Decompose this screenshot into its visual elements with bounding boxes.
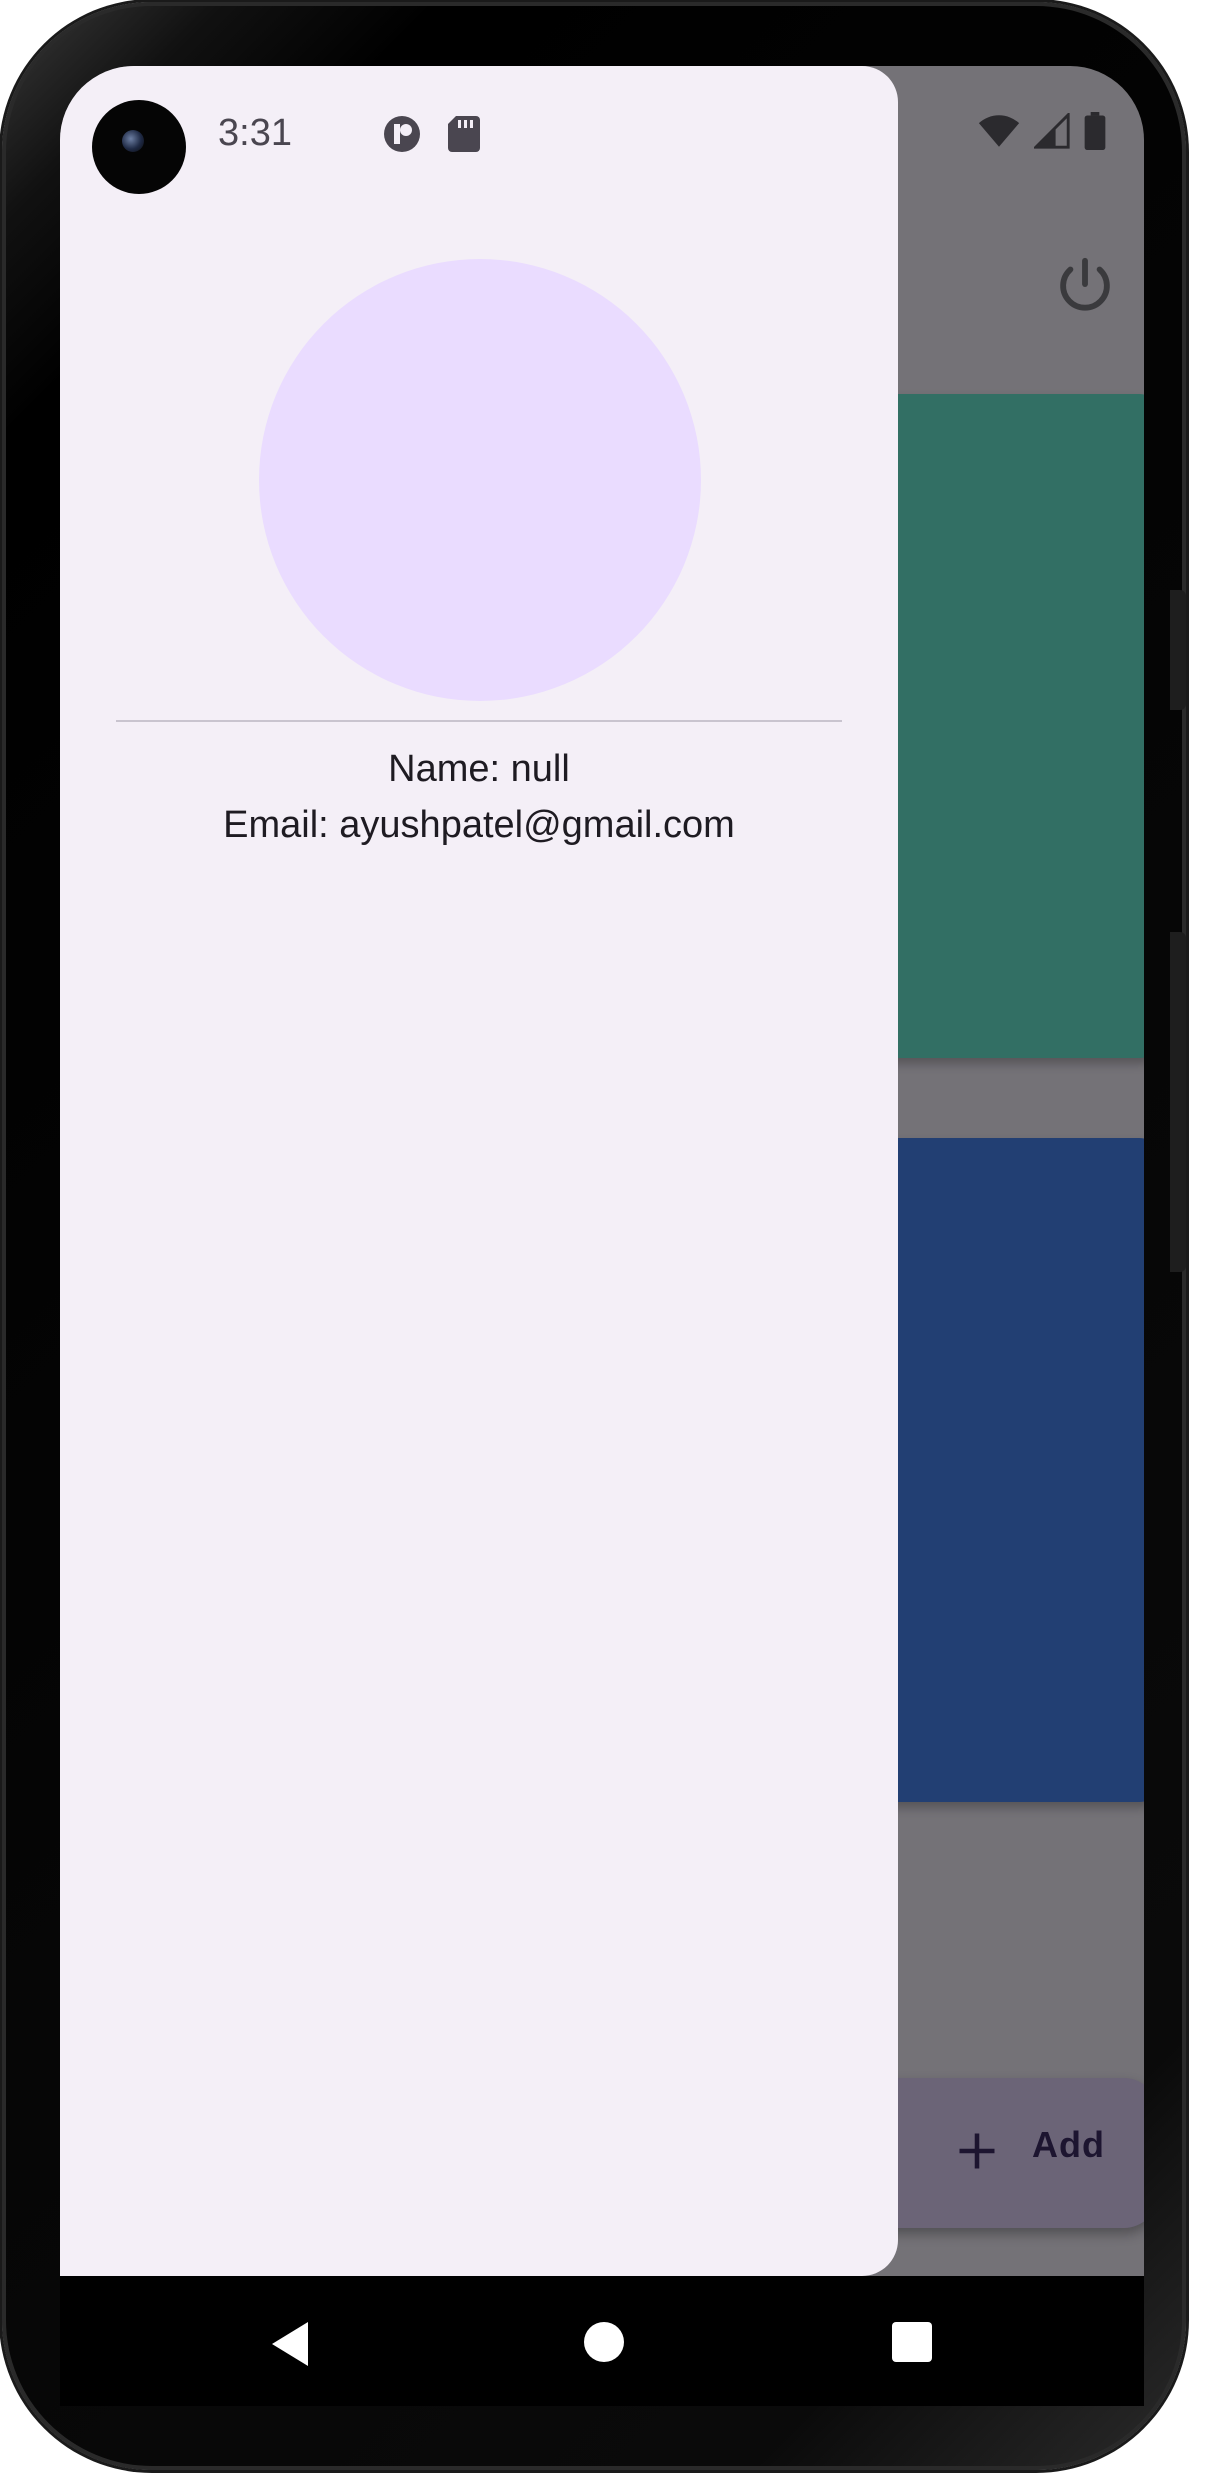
user-email-text: Email: ayushpatel@gmail.com [223, 804, 735, 846]
front-camera [92, 100, 186, 194]
cellular-signal-icon [1034, 113, 1070, 149]
add-button-label: Add [1032, 2124, 1105, 2165]
back-button[interactable] [268, 2320, 312, 2368]
wifi-icon [978, 115, 1020, 147]
volume-side-button [1170, 932, 1186, 1272]
screen: Add 3:31 Name: null Email: ayushpatel@gm… [60, 66, 1144, 2276]
system-navigation-bar [60, 2276, 1144, 2406]
home-button[interactable] [582, 2320, 626, 2364]
plus-icon [959, 2133, 995, 2169]
power-icon[interactable] [1050, 252, 1120, 322]
battery-icon [1084, 112, 1106, 150]
sd-card-icon [448, 116, 480, 152]
power-side-button [1170, 590, 1186, 710]
navigation-drawer: 3:31 Name: null Email: ayushpatel@gmail.… [60, 66, 898, 2276]
status-icons-right [978, 112, 1106, 150]
profile-avatar [259, 259, 701, 701]
recents-button[interactable] [890, 2320, 934, 2364]
user-name-text: Name: null [388, 748, 570, 790]
status-time: 3:31 [218, 112, 292, 154]
app-notification-icon [384, 116, 420, 152]
phone-frame: Add 3:31 Name: null Email: ayushpatel@gm… [2, 2, 1186, 2470]
drawer-divider [116, 720, 842, 722]
